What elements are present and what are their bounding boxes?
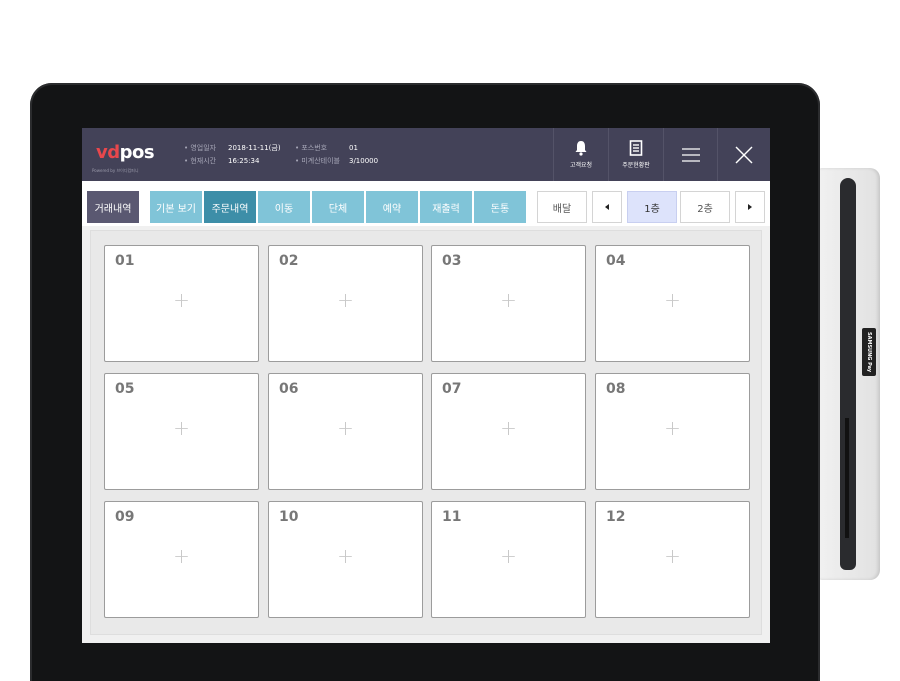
floor-tab-1[interactable]: 1층 (627, 191, 677, 223)
floor-tab-2[interactable]: 2층 (680, 191, 730, 223)
table-card[interactable]: 03 + (431, 245, 586, 362)
table-card[interactable]: 02 + (268, 245, 423, 362)
table-number: 05 (115, 381, 135, 397)
table-number: 03 (442, 253, 462, 269)
logo-subtitle: Powered by 브이디컴퍼니 (92, 168, 139, 173)
table-number: 10 (279, 509, 299, 525)
table-card[interactable]: 10 + (268, 501, 423, 618)
table-number: 12 (606, 509, 626, 525)
table-card[interactable]: 07 + (431, 373, 586, 490)
add-order-plus-icon: + (337, 416, 354, 440)
table-card[interactable]: 08 + (595, 373, 750, 490)
add-order-plus-icon: + (664, 544, 681, 568)
order-status-button[interactable]: 주문현황판 (608, 128, 663, 181)
monitor-bezel: vdpos Powered by 브이디컴퍼니 • 영업일자 2018-11-11… (30, 83, 820, 681)
business-info-right: • 포스번호 01 • 미계산테이블 3/10000 (295, 142, 378, 168)
app-logo: vdpos (96, 142, 155, 163)
card-reader: SAMSUNG Pay (818, 168, 880, 580)
add-order-plus-icon: + (173, 288, 190, 312)
business-date: • 영업일자 2018-11-11(금) (184, 144, 281, 152)
add-order-plus-icon: + (337, 288, 354, 312)
table-number: 06 (279, 381, 299, 397)
delivery-button[interactable]: 배달 (537, 191, 587, 223)
table-number: 01 (115, 253, 135, 269)
pos-number: • 포스번호 01 (295, 144, 358, 152)
business-info-left: • 영업일자 2018-11-11(금) • 현재시간 16:25:34 (184, 142, 281, 168)
unpaid-tables: • 미계산테이블 3/10000 (295, 157, 379, 165)
pos-device-photo: SAMSUNG Pay vdpos Powered by 브이디컴퍼니 • 영업… (0, 0, 900, 681)
table-card[interactable]: 04 + (595, 245, 750, 362)
table-number: 02 (279, 253, 299, 269)
table-number: 07 (442, 381, 462, 397)
menu-button[interactable] (663, 128, 717, 181)
table-card[interactable]: 01 + (104, 245, 259, 362)
add-order-plus-icon: + (664, 416, 681, 440)
tab-reservation[interactable]: 예약 (366, 191, 418, 223)
table-number: 09 (115, 509, 135, 525)
table-card[interactable]: 11 + (431, 501, 586, 618)
tab-group[interactable]: 단체 (312, 191, 364, 223)
current-time: • 현재시간 16:25:34 (184, 157, 260, 165)
tab-cash-drawer[interactable]: 돈통 (474, 191, 526, 223)
hamburger-menu-icon (681, 147, 700, 162)
add-order-plus-icon: + (173, 416, 190, 440)
table-number: 08 (606, 381, 626, 397)
prev-floor-button[interactable] (592, 191, 622, 223)
table-number: 11 (442, 509, 462, 525)
tab-order-history[interactable]: 주문내역 (204, 191, 256, 223)
add-order-plus-icon: + (500, 288, 517, 312)
table-floor: 01 + 02 + 03 + 04 + 05 + 06 + 07 + 08 + 09 + 10 + … (90, 230, 762, 635)
bell-icon (575, 141, 587, 156)
add-order-plus-icon: + (173, 544, 190, 568)
app-header: vdpos Powered by 브이디컴퍼니 • 영업일자 2018-11-11… (82, 128, 770, 181)
table-number: 04 (606, 253, 626, 269)
add-order-plus-icon: + (664, 288, 681, 312)
table-card[interactable]: 12 + (595, 501, 750, 618)
receipt-icon (629, 140, 643, 156)
tab-reprint[interactable]: 재출력 (420, 191, 472, 223)
close-button[interactable] (717, 128, 770, 181)
tab-move[interactable]: 이동 (258, 191, 310, 223)
table-card[interactable]: 05 + (104, 373, 259, 490)
table-card[interactable]: 06 + (268, 373, 423, 490)
close-icon (735, 146, 753, 163)
add-order-plus-icon: + (500, 416, 517, 440)
samsung-pay-badge: SAMSUNG Pay (862, 328, 876, 376)
tab-basic-view[interactable]: 기본 보기 (150, 191, 202, 223)
add-order-plus-icon: + (337, 544, 354, 568)
pos-screen: vdpos Powered by 브이디컴퍼니 • 영업일자 2018-11-11… (82, 128, 770, 643)
transaction-history-button[interactable]: 거래내역 (87, 191, 139, 223)
triangle-right-icon (748, 204, 752, 210)
table-card[interactable]: 09 + (104, 501, 259, 618)
customer-request-button[interactable]: 고객요청 (553, 128, 608, 181)
toolbar: 거래내역 기본 보기 주문내역 이동 단체 예약 재출력 돈통 배달 1층 2층 (82, 181, 770, 226)
next-floor-button[interactable] (735, 191, 765, 223)
add-order-plus-icon: + (500, 544, 517, 568)
card-slot (840, 178, 856, 570)
triangle-left-icon (605, 204, 609, 210)
